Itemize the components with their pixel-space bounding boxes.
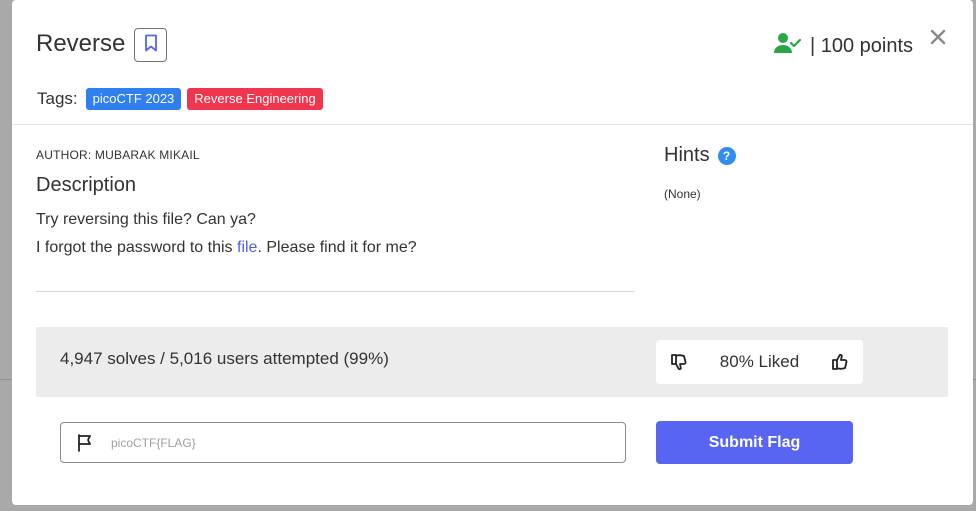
challenge-title: Reverse [36, 30, 126, 57]
points-label: | 100 points [809, 34, 913, 57]
description-section: AUTHOR: MUBARAK MIKAIL Description Try r… [36, 148, 635, 257]
solves-count: 4,947 solves / 5,016 users attempted (99… [60, 349, 389, 368]
tags-label: Tags: [37, 89, 78, 108]
tag-picoctf-2023[interactable]: picoCTF 2023 [85, 88, 182, 110]
tag-reverse-engineering[interactable]: Reverse Engineering [187, 88, 323, 110]
description-divider [36, 291, 635, 292]
author-label: AUTHOR: MUBARAK MIKAIL [36, 148, 200, 162]
points-display: | 100 points [773, 32, 913, 60]
flag-icon [77, 433, 97, 453]
hints-value: (None) [664, 187, 701, 201]
thumbs-up-icon[interactable] [829, 351, 851, 373]
description-heading: Description [36, 174, 137, 196]
close-icon [930, 29, 946, 50]
bookmark-button[interactable] [134, 28, 167, 62]
bookmark-icon [144, 34, 158, 57]
hints-title: Hints [664, 144, 710, 166]
stats-bar: 4,947 solves / 5,016 users attempted (99… [36, 327, 948, 397]
like-rating-box: 80% Liked [656, 340, 863, 384]
file-link[interactable]: file [237, 239, 257, 256]
close-button[interactable] [927, 28, 949, 50]
tags-row: Tags: picoCTF 2023 Reverse Engineering [37, 88, 323, 110]
description-text-prefix: I forgot the password to this [36, 239, 237, 256]
help-icon[interactable]: ? [717, 146, 736, 165]
hints-section: Hints ? (None) [664, 144, 736, 201]
flag-input[interactable] [111, 435, 591, 450]
challenge-modal: Reverse | 100 points Tags: picoCTF 2023 … [12, 0, 973, 505]
description-line-1: Try reversing this file? Can ya? [36, 211, 256, 228]
description-line-2: I forgot the password to this file. Plea… [36, 239, 635, 257]
description-text-suffix: . Please find it for me? [257, 239, 417, 256]
thumbs-down-icon[interactable] [668, 351, 690, 373]
liked-percentage: 80% Liked [719, 352, 800, 371]
hints-header: Hints ? [664, 144, 736, 167]
flag-input-wrapper [60, 422, 626, 463]
user-check-icon [773, 32, 802, 60]
modal-header: Reverse | 100 points Tags: picoCTF 2023 … [12, 0, 973, 125]
submit-flag-button[interactable]: Submit Flag [656, 421, 853, 464]
